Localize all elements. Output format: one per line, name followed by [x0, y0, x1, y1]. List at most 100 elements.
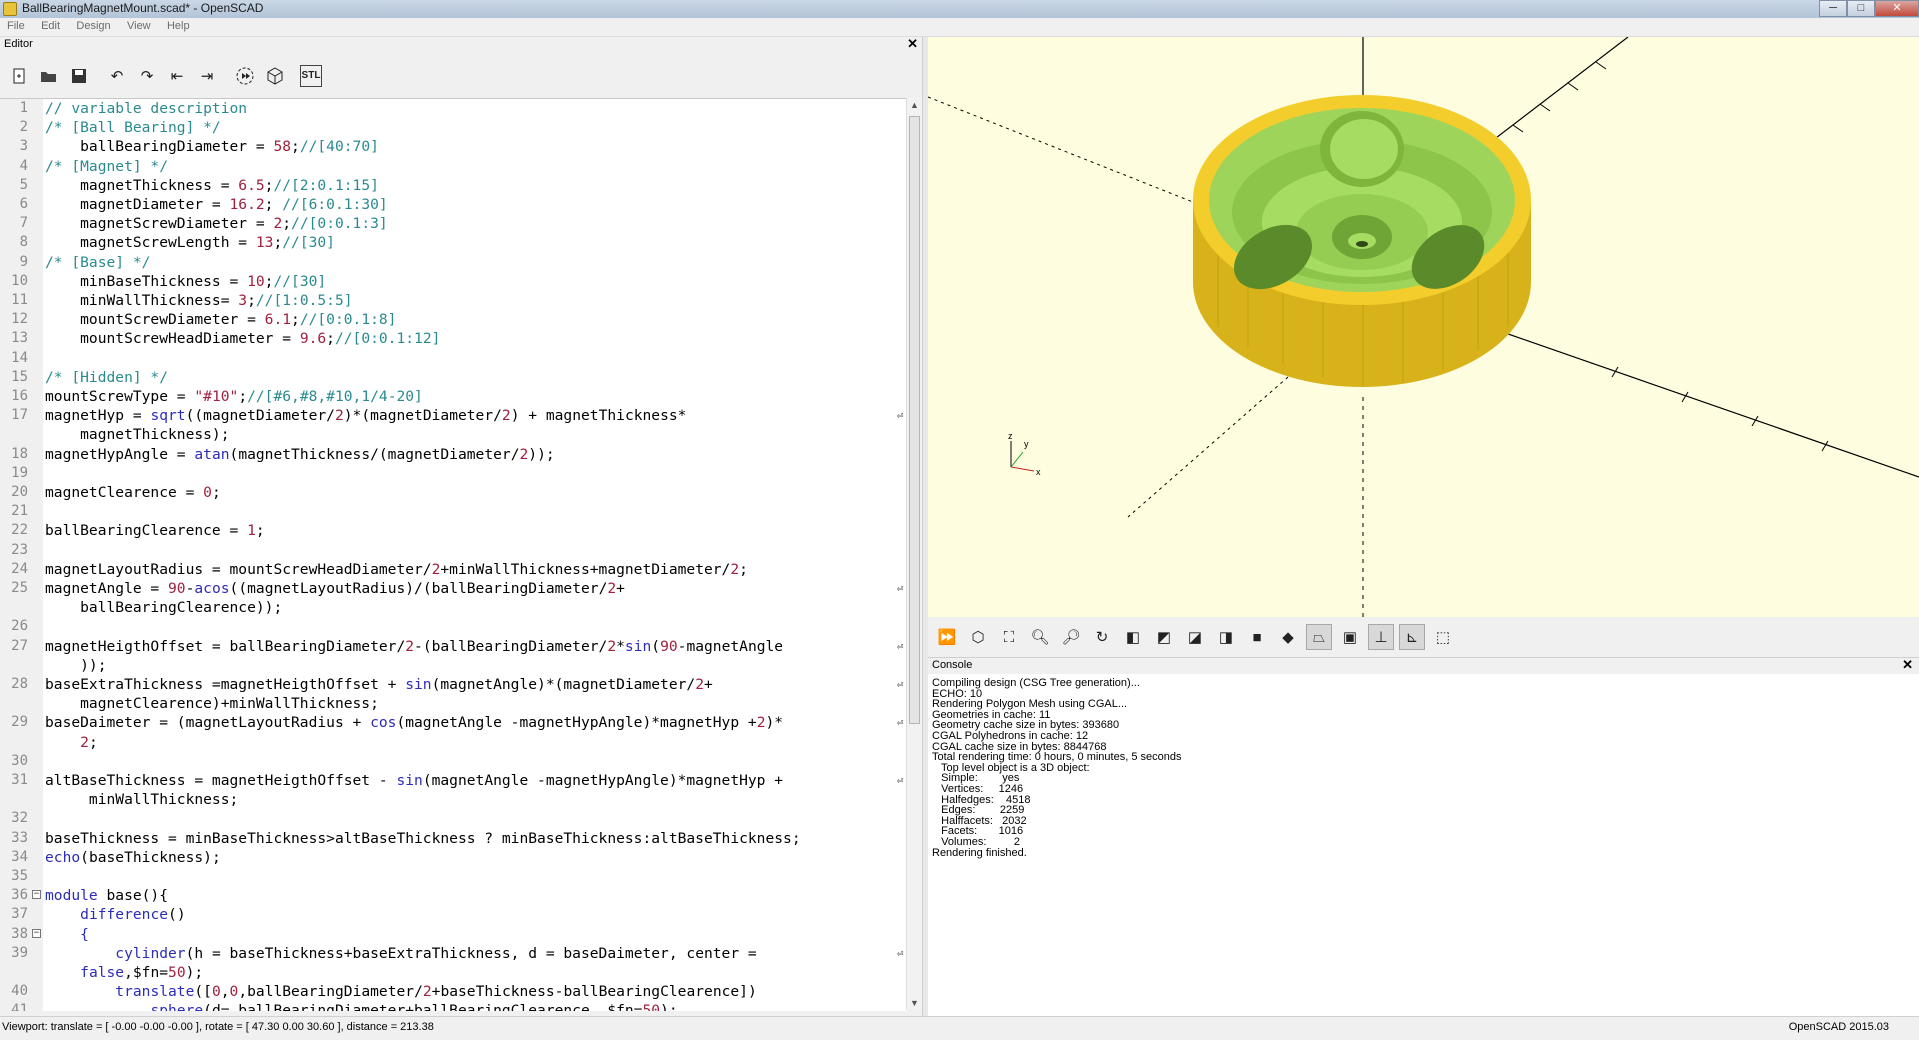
maximize-button[interactable]: □ [1847, 0, 1875, 17]
code-line[interactable]: 40 translate([0,0,ballBearingDiameter/2+… [0, 982, 906, 1001]
code-line[interactable]: 28 baseExtraThickness =magnetHeigthOffset… [0, 675, 906, 694]
code-line[interactable]: 17 magnetHyp = sqrt((magnetDiameter/2)*(m… [0, 406, 906, 425]
code-line[interactable]: 6 magnetDiameter = 16.2; //[6:0.1:30] [0, 195, 906, 214]
code-line[interactable]: 31 altBaseThickness = magnetHeigthOffset … [0, 771, 906, 790]
code-text: minWallThickness; [45, 791, 239, 809]
code-line[interactable]: 30 [0, 752, 906, 771]
code-line[interactable]: 18 magnetHypAngle = atan(magnetThickness/… [0, 445, 906, 464]
code-line[interactable]: 15 /* [Hidden] */ [0, 368, 906, 387]
view-left-icon[interactable]: ◨ [1213, 624, 1239, 650]
code-line[interactable]: 2; [0, 733, 906, 752]
code-line[interactable]: 25 magnetAngle = 90-acos((magnetLayoutRad… [0, 579, 906, 598]
code-line[interactable]: 9 /* [Base] */ [0, 253, 906, 272]
code-line[interactable]: 37 difference() [0, 905, 906, 924]
zoom-in-icon[interactable]: 🔍︎ [1027, 624, 1053, 650]
code-line[interactable]: 4 /* [Magnet] */ [0, 157, 906, 176]
code-line[interactable]: 3 ballBearingDiameter = 58;//[40:70] [0, 137, 906, 156]
code-line[interactable]: 12 mountScrewDiameter = 6.1;//[0:0.1:8] [0, 310, 906, 329]
code-text: { [80, 925, 89, 943]
code-line[interactable]: 38− { [0, 925, 906, 944]
indent-icon[interactable]: ⇥ [194, 63, 220, 89]
code-line[interactable]: 27 magnetHeigthOffset = ballBearingDiamet… [0, 637, 906, 656]
view-back-icon[interactable]: ◆ [1275, 624, 1301, 650]
open-file-icon[interactable] [36, 63, 62, 89]
code-line[interactable]: ballBearingClearence)); [0, 598, 906, 617]
view-bottom-icon[interactable]: ◪ [1182, 624, 1208, 650]
code-line[interactable]: 41 sphere(d= ballBearingDiameter+ballBea… [0, 1001, 906, 1011]
code-text: mountScrewType = "#10";//[#6,#8,#10,1/4-… [45, 388, 423, 405]
save-file-icon[interactable] [66, 63, 92, 89]
console-close-icon[interactable]: ✕ [1902, 657, 1913, 673]
code-line[interactable]: 23 [0, 541, 906, 560]
show-scale-markers-icon[interactable]: ⊾ [1399, 624, 1425, 650]
code-line[interactable]: 26 [0, 617, 906, 636]
perspective-icon[interactable]: ⏢ [1306, 624, 1332, 650]
code-line[interactable]: 36− module base(){ [0, 886, 906, 905]
view-all-icon[interactable]: ⛶ [996, 624, 1022, 650]
code-line[interactable]: 33 baseThickness = minBaseThickness>altBa… [0, 829, 906, 848]
code-line[interactable]: )); [0, 656, 906, 675]
render-icon[interactable]: ⬡ [965, 624, 991, 650]
menu-design[interactable]: Design [69, 18, 116, 32]
code-line[interactable]: 10 minBaseThickness = 10;//[30] [0, 272, 906, 291]
code-line[interactable]: 22 ballBearingClearence = 1; [0, 521, 906, 540]
scroll-up-icon[interactable]: ▲ [910, 100, 919, 110]
view-front-icon[interactable]: ■ [1244, 624, 1270, 650]
code-text: magnetHeigthOffset = ballBearingDiameter… [45, 637, 784, 655]
code-text: difference() [80, 906, 186, 924]
orthogonal-icon[interactable]: ▣ [1337, 624, 1363, 650]
code-text: ballBearingDiameter = 58;//[40:70] [45, 138, 379, 156]
code-line[interactable]: 5 magnetThickness = 6.5;//[2:0.1:15] [0, 176, 906, 195]
zoom-out-icon[interactable]: 🔎︎ [1058, 624, 1084, 650]
preview-icon[interactable]: ⏩ [934, 624, 960, 650]
code-line[interactable]: 39 cylinder(h = baseThickness+baseExtraT… [0, 944, 906, 963]
unindent-icon[interactable]: ⇤ [164, 63, 190, 89]
code-line[interactable]: 11 minWallThickness= 3;//[1:0.5:5] [0, 291, 906, 310]
editor-vertical-scrollbar[interactable]: ▲ ▼ [906, 98, 922, 1010]
editor-close-icon[interactable]: ✕ [907, 36, 918, 52]
code-text: magnetThickness); [45, 426, 230, 444]
code-line[interactable]: 21 [0, 502, 906, 521]
3d-viewport[interactable]: z x y [928, 37, 1919, 617]
code-line[interactable]: 7 magnetScrewDiameter = 2;//[0:0.1:3] [0, 214, 906, 233]
code-line[interactable]: 35 [0, 867, 906, 886]
code-line[interactable]: 20 magnetClearence = 0; [0, 483, 906, 502]
code-line[interactable]: 24 magnetLayoutRadius = mountScrewHeadDia… [0, 560, 906, 579]
code-line[interactable]: 34 echo(baseThickness); [0, 848, 906, 867]
close-window-button[interactable]: ✕ [1875, 0, 1919, 17]
preview-icon[interactable] [232, 63, 258, 89]
code-line[interactable]: 13 mountScrewHeadDiameter = 9.6;//[0:0.1… [0, 329, 906, 348]
export-stl-icon[interactable]: STL [300, 64, 322, 87]
fold-toggle-icon[interactable]: − [32, 890, 41, 900]
code-line[interactable]: 19 [0, 464, 906, 483]
show-edges-icon[interactable]: ⬚ [1430, 624, 1456, 650]
menu-edit[interactable]: Edit [34, 18, 66, 32]
minimize-button[interactable]: ─ [1819, 0, 1847, 17]
code-line[interactable]: 16 mountScrewType = "#10";//[#6,#8,#10,1/… [0, 387, 906, 406]
scrollbar-thumb[interactable] [909, 116, 920, 724]
reset-view-icon[interactable]: ↻ [1089, 624, 1115, 650]
menu-file[interactable]: File [0, 18, 31, 32]
undo-icon[interactable]: ↶ [104, 63, 130, 89]
menu-help[interactable]: Help [160, 18, 196, 32]
code-line[interactable]: 1 // variable description [0, 99, 906, 118]
menu-view[interactable]: View [120, 18, 157, 32]
scroll-down-icon[interactable]: ▼ [910, 998, 919, 1008]
fold-toggle-icon[interactable]: − [32, 928, 41, 938]
code-line[interactable]: minWallThickness; [0, 790, 906, 809]
redo-icon[interactable]: ↷ [134, 63, 160, 89]
code-editor[interactable]: 1 // variable description 2 /* [Ball Bearin… [0, 98, 906, 1011]
code-line[interactable]: magnetClearence)+minWallThickness; [0, 694, 906, 713]
new-file-icon[interactable] [6, 63, 32, 89]
code-line[interactable]: 29 baseDaimeter = (magnetLayoutRadius + c… [0, 713, 906, 732]
code-line[interactable]: false,$fn=50); [0, 963, 906, 982]
code-line[interactable]: 8 magnetScrewLength = 13;//[30] [0, 233, 906, 252]
view-top-icon[interactable]: ◩ [1151, 624, 1177, 650]
show-axes-icon[interactable]: ⊥ [1368, 624, 1394, 650]
code-line[interactable]: 2 /* [Ball Bearing] */ [0, 118, 906, 137]
code-line[interactable]: 14 [0, 349, 906, 368]
code-line[interactable]: magnetThickness); [0, 425, 906, 444]
view-right-icon[interactable]: ◧ [1120, 624, 1146, 650]
render-icon[interactable] [262, 63, 288, 89]
code-line[interactable]: 32 [0, 809, 906, 828]
